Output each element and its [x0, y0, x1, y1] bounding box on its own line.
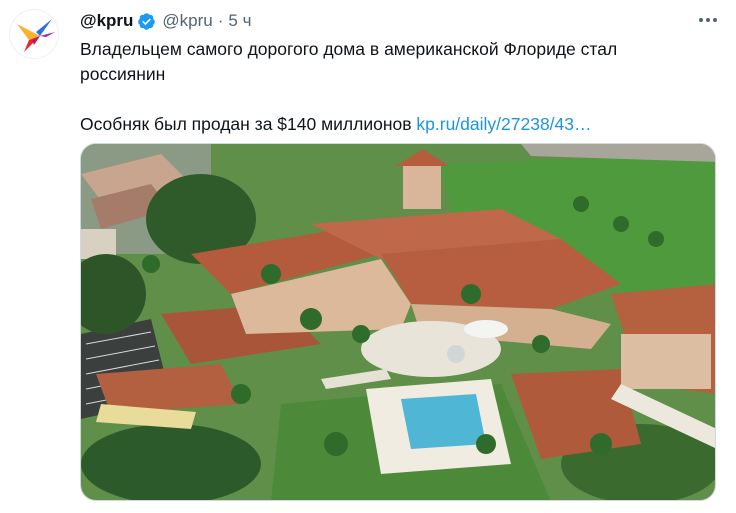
- tweet-text-line: россиянин: [80, 64, 166, 84]
- tweet-card[interactable]: @kpru @kpru · 5 ч Владельцем самого доро…: [0, 0, 736, 513]
- tweet-text-prefix: Особняк был продан за $140 миллионов: [80, 114, 417, 134]
- separator-dot: ·: [217, 11, 224, 30]
- kp-bird-logo-icon: [17, 19, 55, 52]
- author-avatar[interactable]: [9, 9, 59, 59]
- tweet-text: Владельцем самого дорогого дома в америк…: [80, 37, 720, 137]
- tweet-text-line: Владельцем самого дорогого дома в америк…: [80, 39, 618, 59]
- more-dot-icon: [713, 18, 717, 22]
- tweet-photo[interactable]: [80, 143, 716, 501]
- display-name[interactable]: @kpru: [80, 11, 133, 31]
- tweet-header: @kpru @kpru · 5 ч: [80, 10, 251, 32]
- tweet-text-line: Особняк был продан за $140 миллионов kp.…: [80, 112, 720, 137]
- more-dot-icon: [699, 18, 703, 22]
- verified-badge-icon: [138, 12, 156, 30]
- author-handle[interactable]: @kpru: [162, 11, 212, 31]
- more-dot-icon: [706, 18, 710, 22]
- tweet-timestamp[interactable]: 5 ч: [228, 11, 251, 31]
- article-link[interactable]: kp.ru/daily/27238/43…: [416, 114, 591, 134]
- more-options-button[interactable]: [693, 8, 723, 32]
- aerial-mansion-photo: [81, 144, 715, 500]
